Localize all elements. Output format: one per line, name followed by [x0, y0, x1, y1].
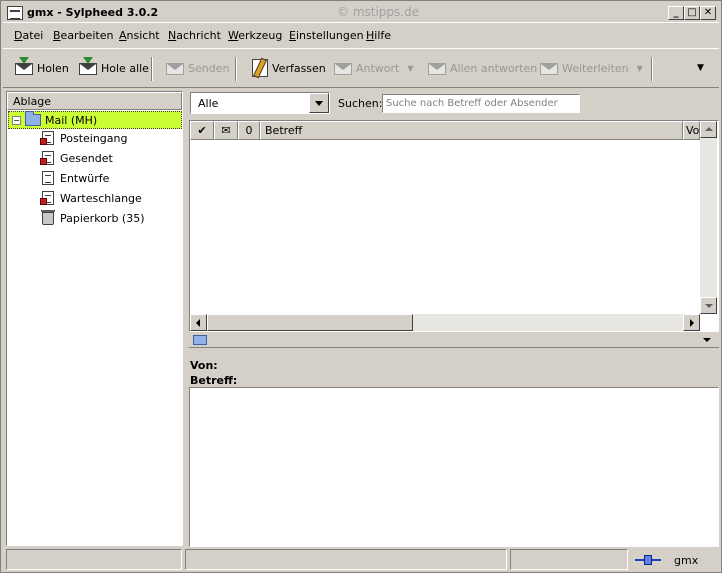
get-all-mail-icon [77, 57, 99, 79]
toolbar-overflow-button[interactable]: ▼ [697, 55, 704, 81]
scroll-down-icon[interactable] [700, 297, 717, 314]
inbox-icon [40, 130, 56, 146]
column-mark[interactable]: ✔ [190, 121, 214, 140]
chevron-down-icon[interactable] [309, 93, 329, 113]
search-input[interactable] [382, 94, 580, 113]
toolbar-separator [651, 57, 653, 81]
reply-dropdown-icon[interactable]: ▼ [407, 64, 413, 73]
scroll-right-icon[interactable] [683, 314, 700, 331]
send-icon [164, 57, 186, 79]
scroll-left-icon[interactable] [190, 314, 207, 331]
sylpheed-window: gmx - Sylpheed 3.0.2 © mstipps.de _ □ ✕ … [0, 0, 722, 573]
drafts-icon [40, 170, 56, 186]
get-mail-icon [13, 57, 35, 79]
subject-label: Betreff: [190, 374, 238, 387]
chevron-down-icon[interactable] [703, 338, 711, 342]
maximize-button[interactable]: □ [684, 6, 700, 20]
folder-path-bar [189, 332, 719, 348]
hscroll-thumb[interactable] [207, 314, 413, 331]
senden-button[interactable]: Senden [164, 55, 229, 81]
folder-icon [25, 111, 41, 126]
status-account: gmx [674, 554, 699, 567]
message-list-vscrollbar[interactable] [700, 121, 717, 314]
compose-icon [248, 57, 270, 79]
folder-tree-header[interactable]: Ablage [7, 92, 182, 110]
from-label: Von: [190, 359, 218, 372]
window-title: gmx - Sylpheed 3.0.2 [27, 6, 159, 19]
menu-werkzeug[interactable]: Werkzeug [228, 29, 282, 42]
status-bar [3, 549, 719, 571]
trash-icon [40, 210, 56, 226]
toolbar: Holen Hole alle Senden Verfassen Antwort… [3, 48, 719, 88]
forward-icon [538, 57, 560, 79]
weiterleiten-button[interactable]: Weiterleiten ▼ [538, 55, 643, 81]
close-button[interactable]: ✕ [700, 6, 716, 20]
allen-antworten-button[interactable]: Allen antworten [426, 55, 537, 81]
folder-posteingang[interactable]: Posteingang [40, 129, 128, 147]
title-bar[interactable]: gmx - Sylpheed 3.0.2 © mstipps.de _ □ ✕ [3, 3, 719, 23]
folder-entwuerfe[interactable]: Entwürfe [40, 169, 109, 187]
menu-ansicht[interactable]: Ansicht [119, 29, 160, 42]
column-subject[interactable]: Betreff [260, 121, 683, 140]
menu-bearbeiten[interactable]: Bearbeiten [53, 29, 113, 42]
antwort-button[interactable]: Antwort ▼ [332, 55, 414, 81]
menu-datei[interactable]: Datei [14, 29, 43, 42]
column-from[interactable]: Von [683, 121, 700, 140]
filter-select[interactable]: Alle [190, 92, 330, 114]
app-icon[interactable] [7, 6, 23, 20]
collapse-icon[interactable]: − [12, 115, 21, 125]
status-cell-message [185, 549, 507, 570]
search-label: Suchen: [338, 97, 383, 110]
hole-alle-button[interactable]: Hole alle [77, 55, 149, 81]
folder-icon [193, 335, 207, 345]
folder-tree[interactable]: Ablage − Mail (MH) Posteingang Gesendet … [6, 91, 183, 546]
status-cell-folder [6, 549, 182, 570]
reply-all-icon [426, 57, 448, 79]
holen-button[interactable]: Holen [13, 55, 69, 81]
folder-papierkorb[interactable]: Papierkorb (35) [40, 209, 145, 227]
queue-icon [40, 190, 56, 206]
folder-gesendet[interactable]: Gesendet [40, 149, 113, 167]
menu-hilfe[interactable]: Hilfe [366, 29, 391, 42]
tree-root-label: Mail (MH) [45, 113, 98, 127]
message-list-hscrollbar[interactable] [190, 314, 700, 331]
toolbar-separator [235, 57, 237, 81]
minimize-button[interactable]: _ [668, 6, 684, 20]
watermark: © mstipps.de [337, 5, 420, 19]
message-body-view[interactable] [189, 387, 719, 547]
toolbar-separator [151, 57, 153, 81]
column-unread[interactable]: ✉ [214, 121, 238, 140]
verfassen-button[interactable]: Verfassen [248, 55, 326, 81]
menu-einstellungen[interactable]: Einstellungen [289, 29, 364, 42]
menu-bar: Datei Bearbeiten Ansicht Nachricht Werkz… [3, 25, 719, 47]
tree-root-mail[interactable]: − Mail (MH) [8, 111, 182, 129]
scroll-up-icon[interactable] [700, 121, 717, 138]
column-attachment[interactable]: 0 [238, 121, 260, 140]
forward-dropdown-icon[interactable]: ▼ [637, 64, 643, 73]
online-plug-icon[interactable] [635, 555, 661, 565]
folder-warteschlange[interactable]: Warteschlange [40, 189, 142, 207]
menu-nachricht[interactable]: Nachricht [168, 29, 221, 42]
filter-selected-value: Alle [198, 97, 219, 110]
status-cell-progress [510, 549, 628, 570]
sent-icon [40, 150, 56, 166]
reply-icon [332, 57, 354, 79]
message-list[interactable]: ✔ ✉ 0 Betreff Von [189, 120, 719, 332]
